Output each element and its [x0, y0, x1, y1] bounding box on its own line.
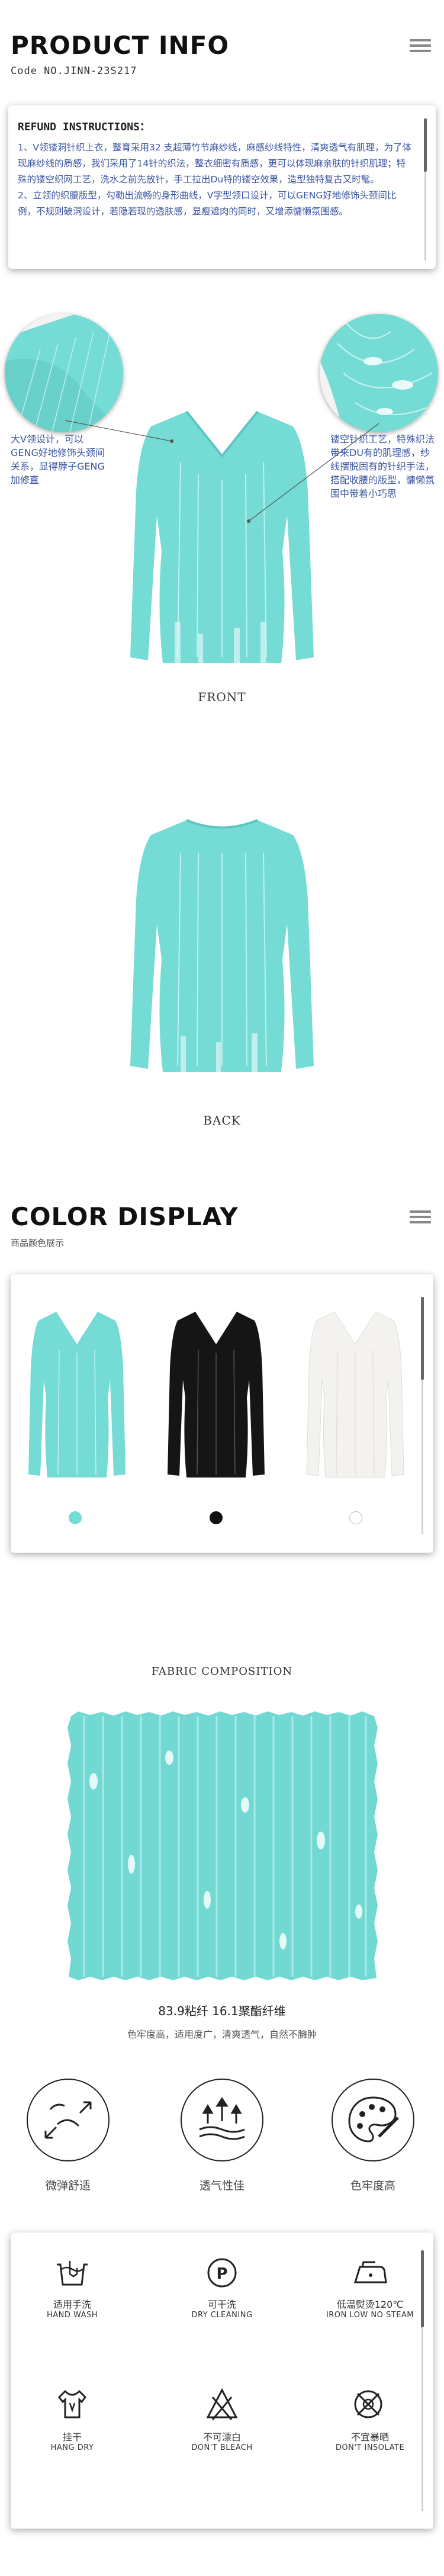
no-sun-icon	[354, 2390, 382, 2418]
no-bleach-icon	[206, 2388, 238, 2420]
color-display-subtitle: 商品颜色展示	[11, 1238, 65, 1248]
stretch-label: 微弹舒适	[45, 2179, 91, 2192]
stretch-feature-circle	[27, 2079, 110, 2161]
care-iron-cn: 低温熨烫120℃	[336, 2299, 404, 2310]
care-iron-en: IRON LOW NO STEAM	[326, 2311, 414, 2320]
teal-variant-image[interactable]	[24, 1309, 130, 1486]
white-variant-image[interactable]	[302, 1309, 408, 1486]
care-hang-dry-en: HANG DRY	[50, 2443, 94, 2452]
back-caption: BACK	[203, 1113, 241, 1128]
care-scrollbar[interactable]	[421, 2250, 424, 2511]
stretch-icon	[44, 2101, 92, 2139]
refund-scrollbar[interactable]	[424, 118, 427, 261]
breathable-label: 透气性佳	[199, 2179, 244, 2192]
product-info-title: PRODUCT INFO	[11, 31, 230, 60]
colorfast-label: 色牢度高	[350, 2179, 395, 2192]
care-hang-dry-cn: 挂干	[62, 2432, 82, 2443]
colorfast-feature-circle	[332, 2079, 414, 2161]
care-no-sun-cn: 不宜暴晒	[350, 2432, 389, 2443]
care-dry-clean-cn: 可干洗	[207, 2299, 236, 2310]
menu-icon-2[interactable]	[410, 1210, 431, 1226]
front-caption: FRONT	[198, 690, 246, 704]
fabric-swatch-image	[67, 1711, 378, 1980]
care-hand-wash-en: HAND WASH	[46, 2311, 98, 2320]
color-display-title: COLOR DISPLAY	[11, 1202, 239, 1231]
palette-icon	[348, 2096, 399, 2143]
dry-clean-icon: P	[207, 2258, 237, 2288]
iron-icon	[353, 2261, 387, 2283]
care-dry-clean-en: DRY CLEANING	[191, 2311, 253, 2320]
black-variant-image[interactable]	[163, 1309, 269, 1486]
product-code: Code NO.JINN-23S217	[11, 65, 137, 77]
care-no-sun-en: DON'T INSOLATE	[335, 2443, 405, 2452]
breathable-feature-circle	[181, 2079, 263, 2161]
hand-wash-icon	[57, 2261, 88, 2286]
black-swatch[interactable]	[210, 1511, 223, 1524]
refund-body: 1、V领镂洞针织上衣，整育采用32 支超薄竹节麻纱线，麻感纱线特性，清爽透气有肌…	[18, 142, 412, 217]
svg-text:P: P	[216, 2265, 227, 2283]
care-no-bleach-cn: 不可漂白	[202, 2432, 241, 2443]
neckline-callout: 大V领设计，可以GENG好地修饰头颈间关系，显得脖子GENG加修直	[11, 433, 105, 486]
menu-icon[interactable]	[410, 39, 431, 54]
care-hand-wash-cn: 适用手洗	[53, 2299, 91, 2310]
breathable-icon	[199, 2097, 245, 2140]
color-scrollbar[interactable]	[421, 1297, 424, 1534]
hang-dry-icon	[58, 2389, 86, 2418]
fabric-note: 色牢度高，适用度广，清爽透气，自然不臃肿	[127, 2029, 317, 2040]
knit-callout: 镂空针织工艺，特殊织法带来DU有的肌理感，纱线摆脱固有的针织手法，搭配收腰的版型…	[330, 433, 435, 499]
back-garment-image	[130, 819, 314, 1072]
fabric-composition: 83.9粘纤 16.1聚酯纤维	[158, 2004, 286, 2018]
white-swatch[interactable]	[349, 1511, 362, 1524]
fabric-heading: FABRIC COMPOSITION	[151, 1665, 293, 1678]
teal-swatch[interactable]	[69, 1511, 82, 1524]
refund-heading: REFUND INSTRUCTIONS：	[18, 121, 150, 133]
care-no-bleach-en: DON'T BLEACH	[191, 2443, 253, 2452]
